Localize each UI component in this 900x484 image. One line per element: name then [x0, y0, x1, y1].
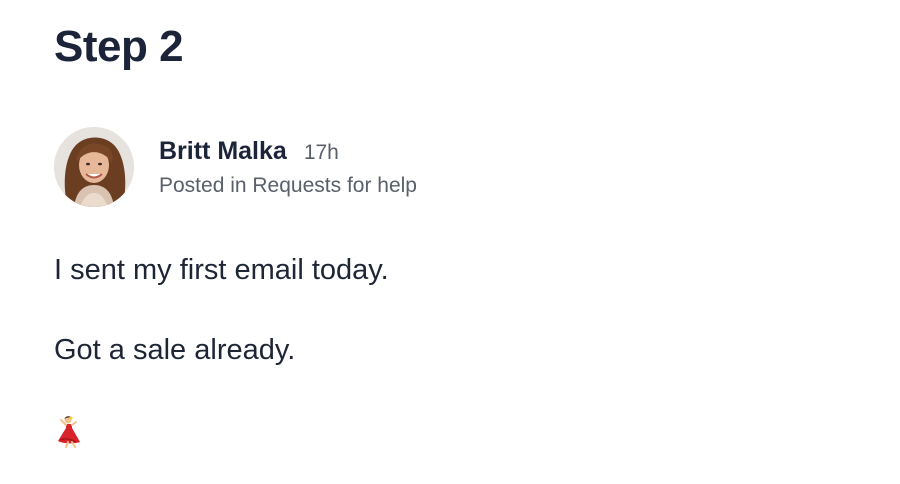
post-text-line: Got a sale already. — [54, 334, 296, 366]
avatar-photo — [54, 127, 134, 207]
author-avatar[interactable] — [54, 127, 134, 207]
page-title: Step 2 — [54, 22, 184, 71]
author-row: Britt Malka 17h — [159, 136, 417, 168]
post-page: Step 2 Britt Malka 17h Posted in Request… — [0, 0, 900, 484]
post-text-line: I sent my first email today. — [54, 254, 389, 286]
post-timestamp[interactable]: 17h — [304, 138, 339, 168]
post-category[interactable]: Posted in Requests for help — [159, 173, 417, 199]
post-body: I sent my first email today. Got a sale … — [54, 250, 389, 370]
author-name[interactable]: Britt Malka — [159, 136, 287, 166]
dancer-emoji-icon — [54, 414, 88, 448]
post-header: Britt Malka 17h Posted in Requests for h… — [54, 127, 417, 207]
author-block: Britt Malka 17h Posted in Requests for h… — [159, 127, 417, 199]
